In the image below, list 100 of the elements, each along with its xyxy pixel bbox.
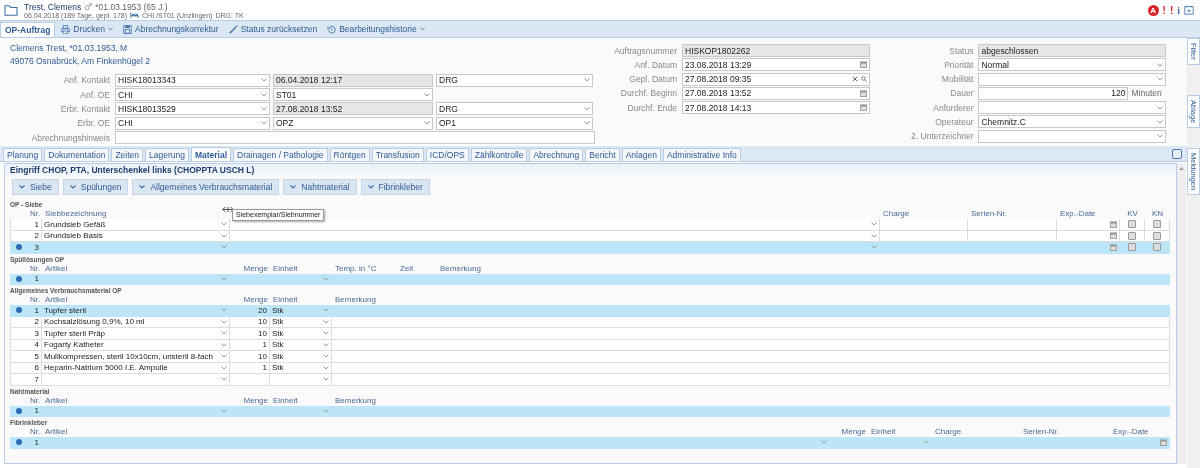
- warning-mark[interactable]: !: [1169, 4, 1174, 16]
- chevron-down-icon[interactable]: [821, 440, 827, 445]
- cell-text[interactable]: Grundsieb Gefäß: [44, 219, 106, 229]
- cell-text[interactable]: Stk: [272, 363, 284, 373]
- cell-text[interactable]: 10: [258, 351, 267, 361]
- table-row[interactable]: 1: [10, 273, 1170, 285]
- chevron-down-icon[interactable]: [221, 408, 227, 413]
- date-field[interactable]: 27.08.2018 14:13: [682, 101, 870, 115]
- tab[interactable]: Zeiten: [111, 148, 143, 161]
- toolbar-button[interactable]: Status zurücksetzen: [224, 21, 322, 37]
- number-field[interactable]: 120: [978, 86, 1129, 100]
- chevron-down-icon[interactable]: [323, 377, 329, 382]
- calendar-icon[interactable]: [860, 61, 867, 69]
- folder-icon[interactable]: [4, 4, 18, 16]
- cell-text[interactable]: Mullkompressen, steril 10x10cm, unsteril 8-fach: [44, 351, 213, 361]
- checkbox[interactable]: [1153, 243, 1161, 252]
- table-row[interactable]: 3 Tupfer steril Präp 10 Stk: [10, 328, 1170, 340]
- chevron-down-icon[interactable]: [923, 440, 929, 445]
- table-row[interactable]: 1: [10, 405, 1170, 417]
- tab[interactable]: Abrechnung: [529, 148, 584, 161]
- readonly-field[interactable]: 06.04.2018 12:17: [273, 73, 433, 87]
- table-row[interactable]: 7: [10, 374, 1170, 386]
- tab[interactable]: Lagerung: [145, 148, 189, 161]
- tab[interactable]: ICD/OPS: [425, 148, 469, 161]
- tab[interactable]: Röntgen: [329, 148, 370, 161]
- dropdown-field[interactable]: CHI: [115, 88, 270, 102]
- cell-text[interactable]: Grundsieb Basis: [44, 231, 103, 241]
- cell-text[interactable]: 1: [262, 340, 267, 350]
- tab[interactable]: Planung: [3, 148, 43, 161]
- table-row[interactable]: 1 Tupfer steril 20 Stk: [10, 305, 1170, 317]
- search-icon[interactable]: [861, 76, 867, 83]
- scroll-up-icon[interactable]: [1179, 167, 1184, 170]
- calendar-icon[interactable]: [1110, 232, 1117, 240]
- checkbox[interactable]: [1153, 220, 1161, 229]
- readonly-field[interactable]: abgeschlossen: [978, 44, 1167, 57]
- tab[interactable]: Anlagen: [621, 148, 661, 161]
- dropdown-field[interactable]: ST01: [273, 88, 433, 102]
- table-row[interactable]: 3: [10, 242, 1170, 254]
- calendar-icon[interactable]: [1184, 5, 1194, 15]
- dropdown-field[interactable]: [978, 101, 1167, 115]
- dropdown-field[interactable]: DRG: [436, 73, 593, 87]
- calendar-icon[interactable]: [860, 89, 867, 97]
- cell-text[interactable]: Stk: [272, 340, 284, 350]
- chevron-down-icon[interactable]: [221, 377, 227, 382]
- cell-text[interactable]: Fogarty Katheter: [44, 340, 104, 350]
- tab[interactable]: Drainagen / Pathologie: [233, 148, 328, 161]
- cell-text[interactable]: 10: [258, 328, 267, 338]
- cell-text[interactable]: Stk: [272, 351, 284, 361]
- cell-text[interactable]: Heparin-Natrium 5000 I.E. Ampulle: [44, 363, 168, 373]
- date-field[interactable]: 27.08.2018 13:52: [682, 86, 870, 100]
- table-row[interactable]: 1 Grundsieb Gefäß: [10, 219, 1170, 231]
- calendar-icon[interactable]: [1110, 220, 1117, 228]
- checkbox[interactable]: [1128, 220, 1136, 229]
- tab[interactable]: Material: [190, 147, 232, 161]
- cell-text[interactable]: Kochsalzlösung 0,9%, 10 ml: [44, 317, 145, 327]
- alert-badge[interactable]: A: [1147, 4, 1159, 16]
- dropdown-field[interactable]: Chemnitz.C: [978, 115, 1167, 129]
- checkbox[interactable]: [1128, 243, 1136, 252]
- tab[interactable]: Dokumentation: [44, 148, 110, 161]
- cell-text[interactable]: 20: [258, 305, 267, 315]
- section-button[interactable]: Nahtmaterial: [283, 179, 357, 195]
- section-button[interactable]: Spülungen: [62, 179, 129, 195]
- cell-text[interactable]: Stk: [272, 305, 284, 315]
- tab[interactable]: Administrative Info: [662, 148, 741, 161]
- dropdown-field[interactable]: OP1: [436, 116, 593, 130]
- maximize-icon[interactable]: [1172, 149, 1182, 159]
- calendar-icon[interactable]: [1160, 438, 1167, 446]
- readonly-field[interactable]: HISKOP1802262: [682, 44, 870, 57]
- cell-text[interactable]: Tupfer steril Präp: [44, 328, 106, 338]
- cell-text[interactable]: Stk: [272, 328, 284, 338]
- info-mark[interactable]: i: [1177, 4, 1180, 16]
- table-row[interactable]: 5 Mullkompressen, steril 10x10cm, unsteril 8-fach 10 Stk: [10, 351, 1170, 363]
- dropdown-field[interactable]: Normal: [978, 58, 1167, 72]
- chevron-down-icon[interactable]: [221, 245, 227, 250]
- date-field[interactable]: 27.08.2018 09:35: [682, 72, 870, 86]
- toolbar-button[interactable]: Abrechnungskorrektur: [119, 21, 223, 37]
- dropdown-field[interactable]: HISK18013343: [115, 73, 270, 87]
- cell-text[interactable]: 10: [258, 317, 267, 327]
- tab[interactable]: Zählkontrolle: [470, 148, 528, 161]
- tab[interactable]: Bericht: [585, 148, 620, 161]
- toolbar-button[interactable]: Drucken: [57, 21, 117, 37]
- section-button[interactable]: Allgemeines Verbrauchsmaterial: [132, 179, 280, 195]
- section-button[interactable]: Siebe: [12, 179, 59, 195]
- section-button[interactable]: Fibrinkleber: [360, 179, 430, 195]
- order-tab[interactable]: OP-Auftrag: [0, 22, 56, 37]
- date-field[interactable]: 23.08.2018 13:29: [682, 58, 870, 72]
- tab[interactable]: Transfusion: [371, 148, 424, 161]
- dropdown-field[interactable]: [978, 72, 1167, 86]
- toolbar-button[interactable]: Bearbeitungshistorie: [323, 21, 429, 37]
- dropdown-field[interactable]: HISK18013529: [115, 102, 270, 116]
- calendar-icon[interactable]: [1110, 243, 1117, 251]
- checkbox[interactable]: [1128, 231, 1136, 240]
- checkbox[interactable]: [1153, 231, 1161, 240]
- cell-text[interactable]: Tupfer steril: [44, 305, 86, 315]
- chevron-down-icon[interactable]: [221, 276, 227, 281]
- input-field[interactable]: [115, 131, 595, 144]
- dropdown-field[interactable]: [978, 129, 1167, 143]
- chevron-down-icon[interactable]: [871, 245, 877, 250]
- calendar-icon[interactable]: [860, 104, 867, 112]
- cell-text[interactable]: 1: [262, 363, 267, 373]
